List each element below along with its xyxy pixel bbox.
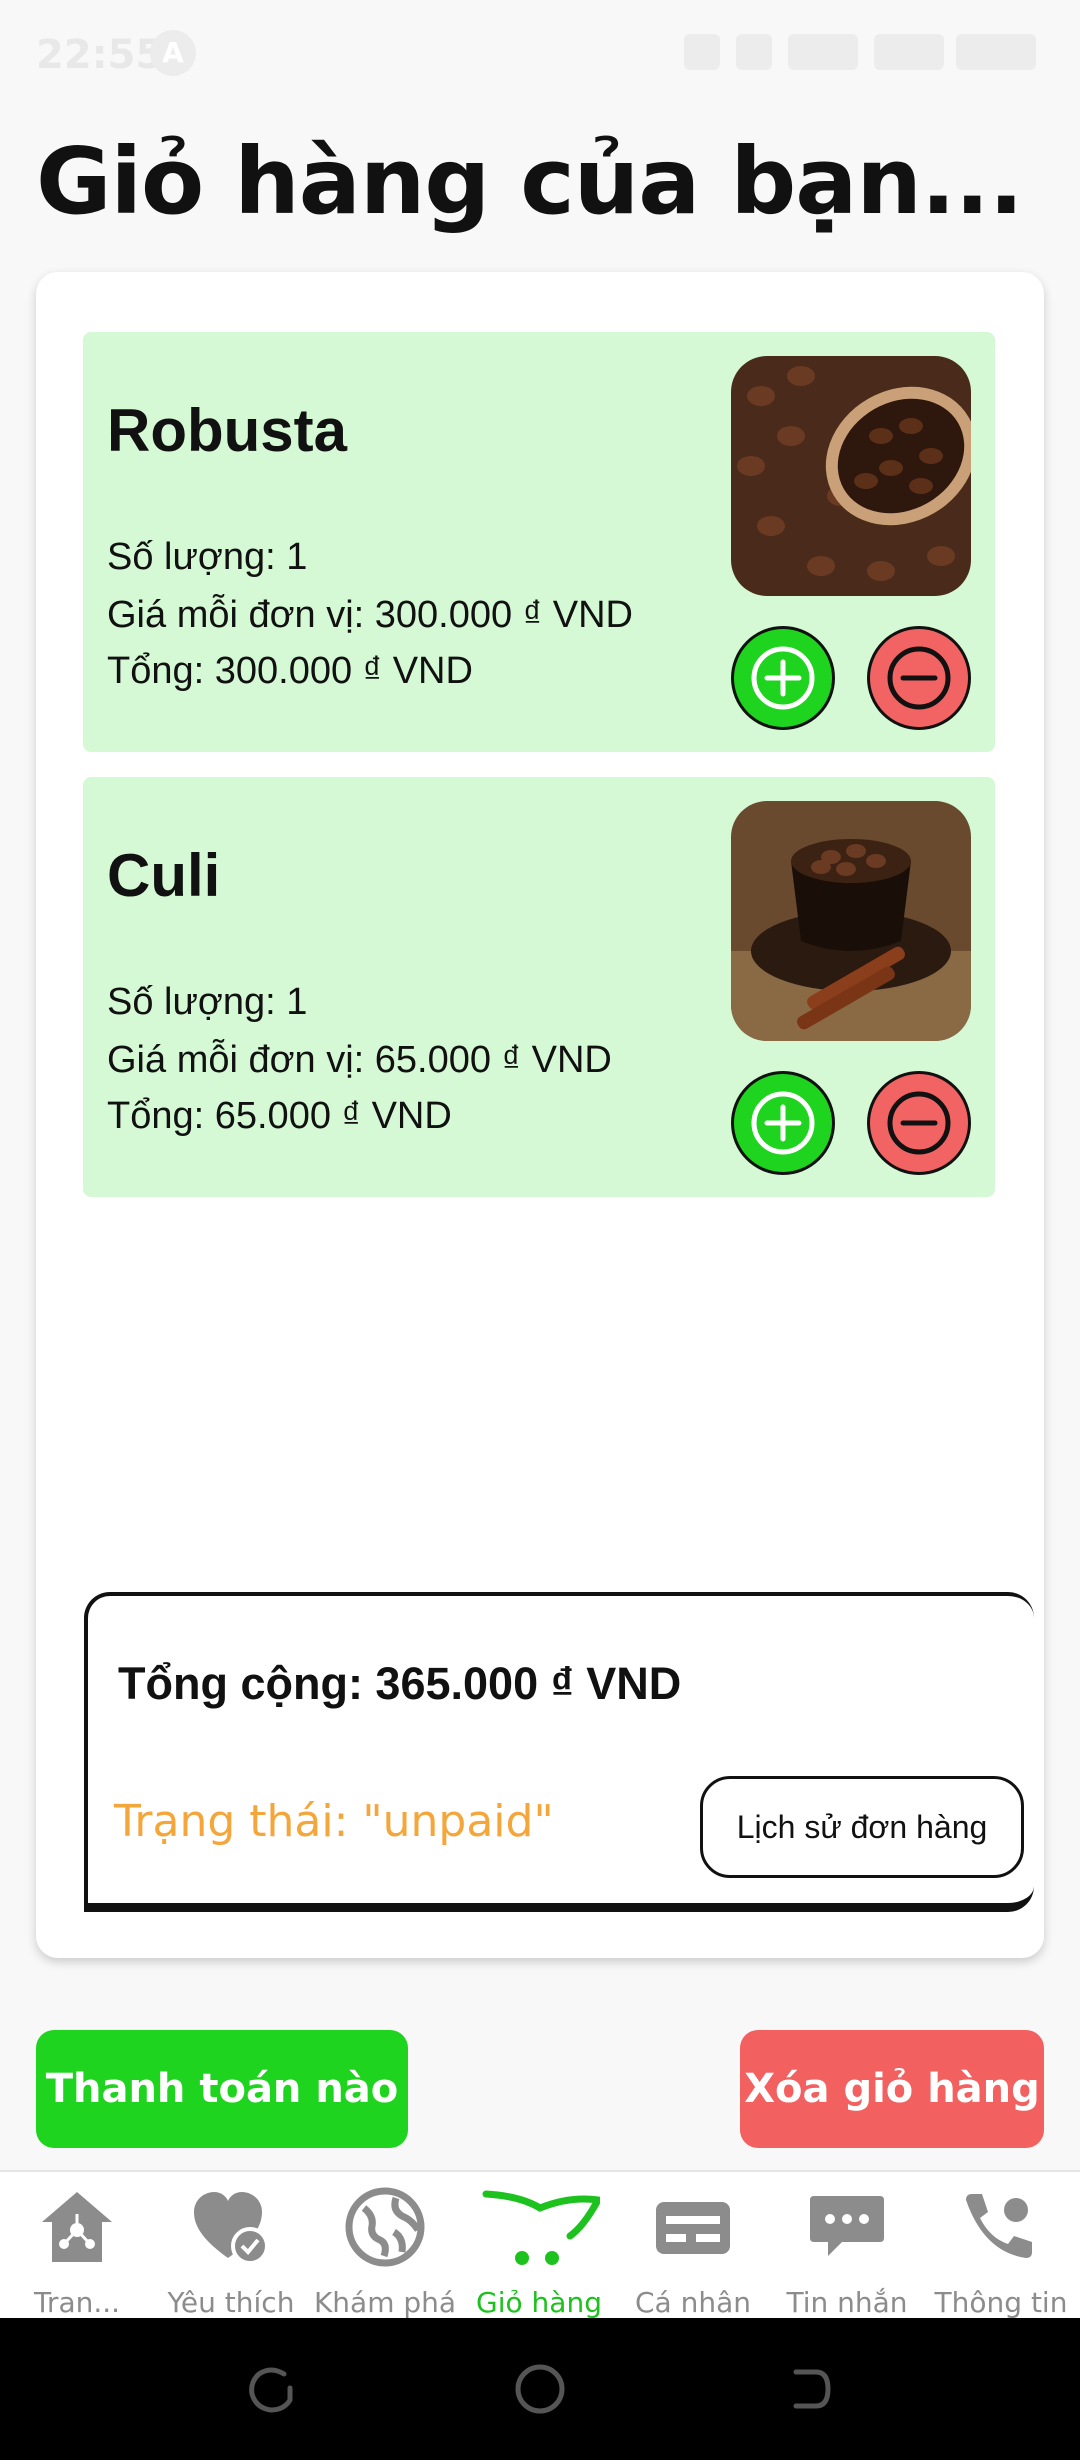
card-icon (656, 2202, 730, 2254)
signal-icon (788, 34, 858, 70)
back-icon[interactable] (782, 2362, 836, 2416)
item-quantity: Số lượng: 1 (107, 981, 308, 1023)
home-circle-icon[interactable] (513, 2362, 567, 2416)
system-navigation-bar (0, 2318, 1080, 2460)
nav-item-cart[interactable]: Giỏ hàng (462, 2172, 616, 2320)
cart-item-culi: Culi Số lượng: 1 Giá mỗi đơn vị: 65.000 … (83, 777, 995, 1197)
plus-circle-icon (751, 646, 815, 710)
nav-label: Tran... (33, 2286, 121, 2319)
recent-apps-icon[interactable] (244, 2362, 298, 2416)
cart-icon (482, 2190, 600, 2265)
plus-circle-icon (751, 1091, 815, 1155)
item-name: Robusta (107, 397, 347, 464)
nav-label: Cá nhân (634, 2286, 751, 2319)
nav-label: Yêu thích (167, 2286, 295, 2319)
grand-total: Tổng cộng: 365.000 ₫ VND (118, 1658, 682, 1709)
nav-item-favorites[interactable]: Yêu thích (154, 2172, 308, 2320)
nav-label: Giỏ hàng (476, 2286, 602, 2319)
decrease-quantity-button[interactable] (867, 1071, 971, 1175)
payment-status: Trạng thái: "unpaid" (114, 1796, 554, 1847)
item-unit-price: Giá mỗi đơn vị: 65.000 ₫ VND (107, 1039, 612, 1081)
nav-item-home[interactable]: Tran... (0, 2172, 154, 2320)
minus-circle-icon (887, 646, 951, 710)
globe-icon (345, 2187, 425, 2267)
status-time: 22:55 (36, 32, 164, 78)
status-icons (684, 34, 1044, 74)
item-total: Tổng: 300.000 ₫ VND (107, 650, 473, 692)
status-bar: 22:55 A (0, 0, 1080, 110)
minus-circle-icon (887, 1091, 951, 1155)
item-name: Culi (107, 842, 221, 909)
increase-quantity-button[interactable] (731, 626, 835, 730)
message-icon (810, 2196, 884, 2256)
signal-2-icon (874, 34, 944, 70)
item-unit-price: Giá mỗi đơn vị: 300.000 ₫ VND (107, 594, 633, 636)
item-quantity: Số lượng: 1 (107, 536, 308, 578)
nav-item-profile[interactable]: Cá nhân (616, 2172, 770, 2320)
app-badge-icon: A (150, 30, 196, 76)
mute-icon (684, 34, 720, 70)
cart-card: Robusta Số lượng: 1 Giá mỗi đơn vị: 300.… (36, 272, 1044, 1958)
item-total: Tổng: 65.000 ₫ VND (107, 1095, 452, 1137)
battery-icon (956, 34, 1036, 70)
product-photo (731, 356, 971, 596)
page-title: Giỏ hàng của bạn... (36, 128, 1024, 235)
contact-icon (966, 2194, 1032, 2258)
wifi-icon (736, 34, 772, 70)
order-history-button[interactable]: Lịch sử đơn hàng (700, 1776, 1024, 1878)
cart-item-robusta: Robusta Số lượng: 1 Giá mỗi đơn vị: 300.… (83, 332, 995, 752)
clear-cart-button[interactable]: Xóa giỏ hàng (740, 2030, 1044, 2148)
nav-label: Thông tin (934, 2286, 1068, 2319)
nav-item-explore[interactable]: Khám phá (308, 2172, 462, 2320)
nav-item-messages[interactable]: Tin nhắn (770, 2172, 924, 2320)
home-icon (42, 2192, 112, 2262)
product-photo (731, 801, 971, 1041)
nav-item-contact[interactable]: Thông tin (924, 2172, 1078, 2320)
checkout-button[interactable]: Thanh toán nào ! (36, 2030, 408, 2230)
heart-check-icon (194, 2192, 269, 2265)
increase-quantity-button[interactable] (731, 1071, 835, 1175)
nav-label: Khám phá (313, 2286, 457, 2319)
order-summary: Tổng cộng: 365.000 ₫ VND Trạng thái: "un… (84, 1592, 1034, 1912)
nav-label: Tin nhắn (786, 2286, 908, 2319)
decrease-quantity-button[interactable] (867, 626, 971, 730)
bottom-nav: Tran... Yêu thích Khám phá Giỏ hàng Cá n… (0, 2170, 1080, 2320)
